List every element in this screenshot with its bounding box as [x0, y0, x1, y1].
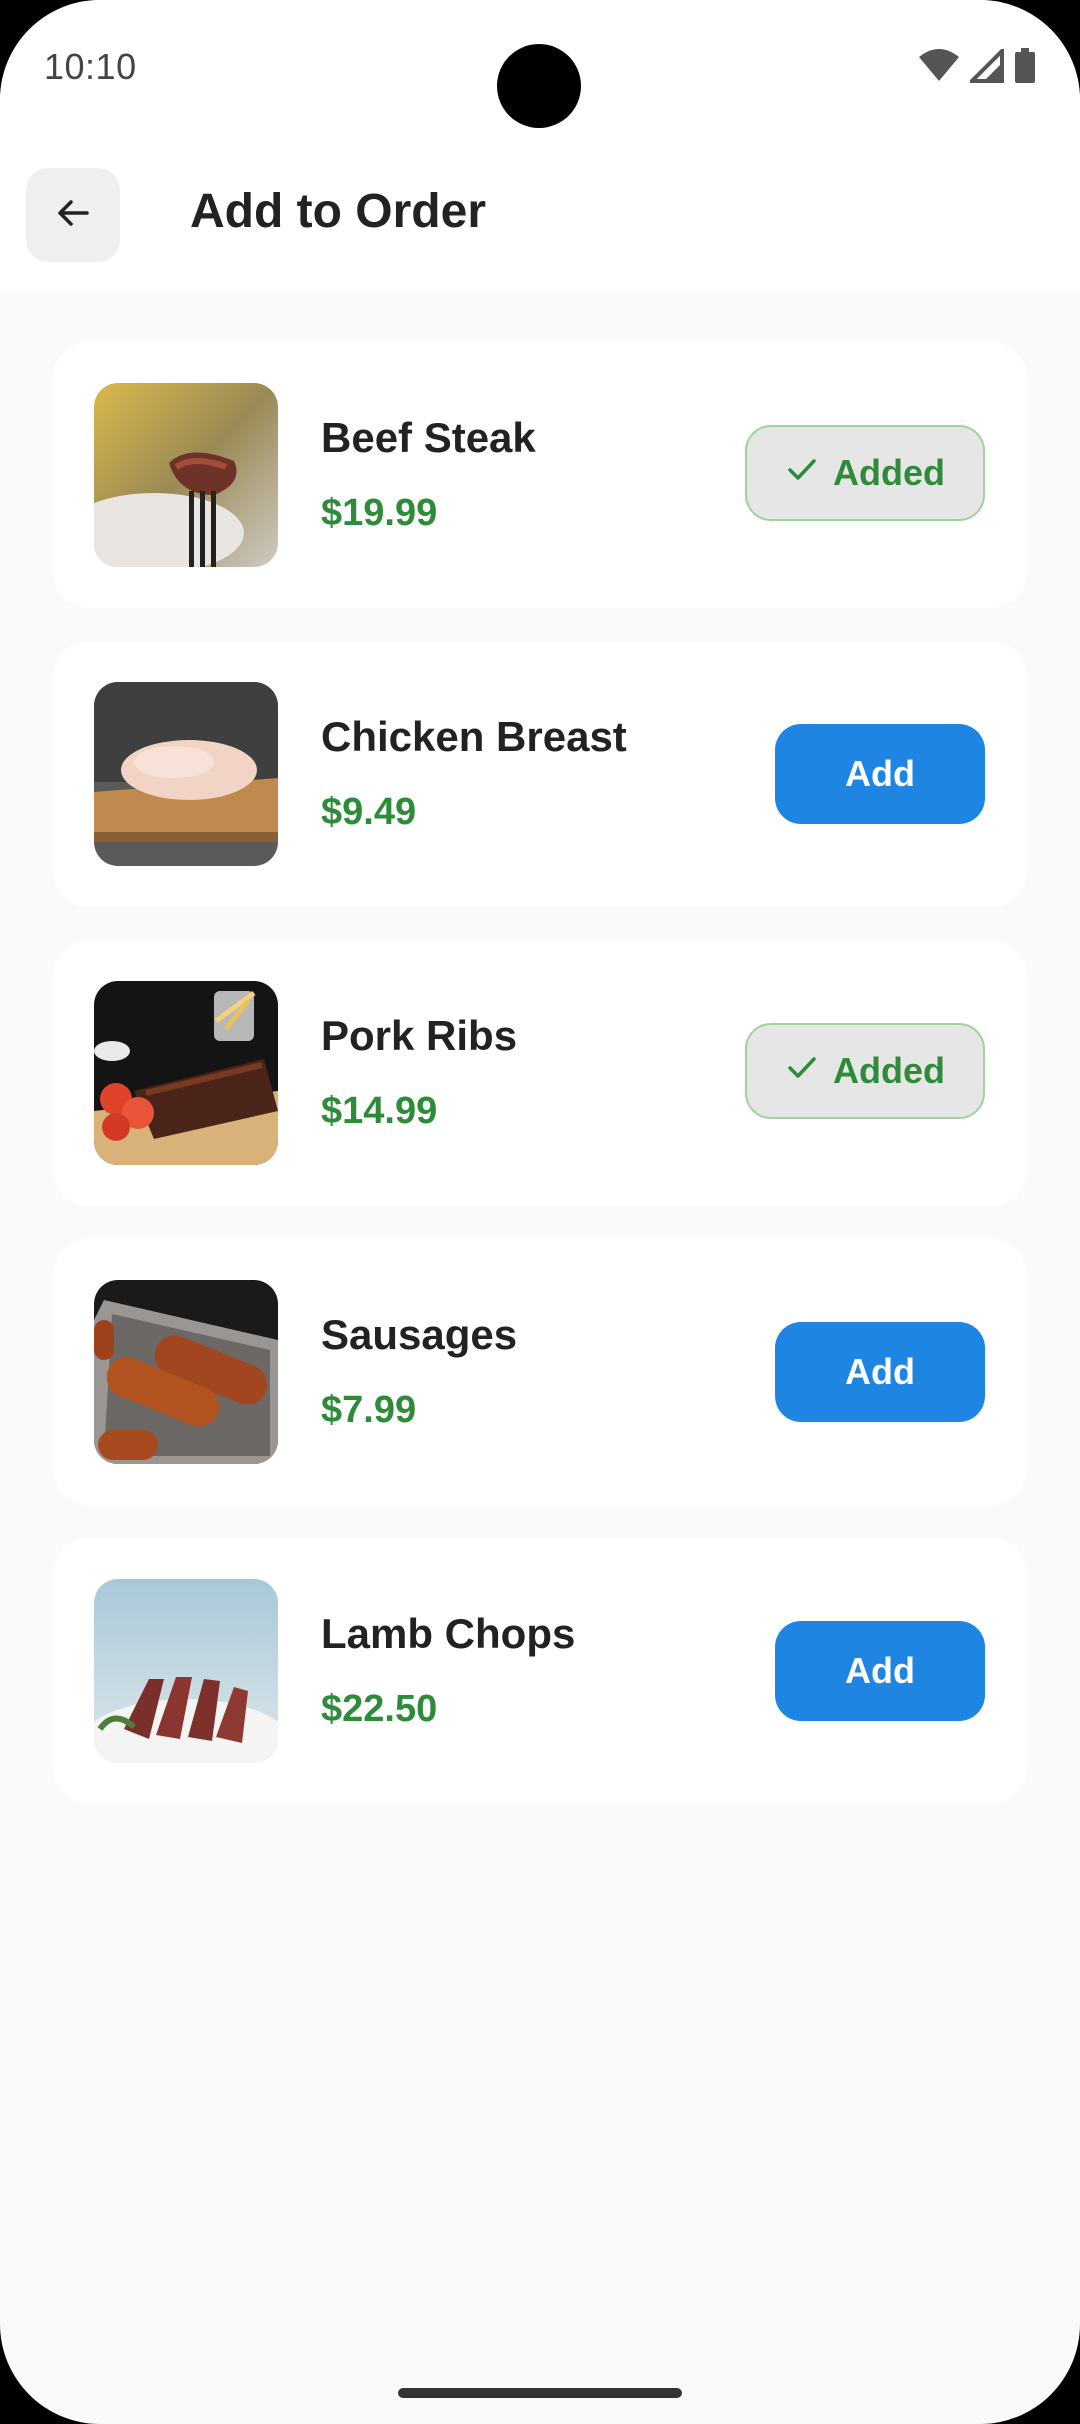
arrow-left-icon	[53, 193, 93, 238]
item-name: Beef Steak	[321, 414, 536, 461]
status-bar: 10:10	[0, 0, 1080, 150]
status-time: 10:10	[44, 46, 137, 87]
add-button[interactable]: Add	[775, 1621, 985, 1721]
item-name: Lamb Chops	[321, 1610, 576, 1657]
wifi-icon	[918, 49, 960, 88]
item-price: $9.49	[321, 791, 417, 833]
app-bar: Add to Order	[0, 150, 1080, 290]
battery-icon	[1014, 48, 1036, 89]
item-image-sausages	[94, 1280, 278, 1464]
item-image-chicken-breast	[94, 682, 278, 866]
item-price: $14.99	[321, 1090, 438, 1132]
signal-icon	[967, 46, 1004, 88]
home-indicator[interactable]	[398, 2388, 682, 2398]
list-item: Sausages $7.99 Add	[53, 1239, 1027, 1505]
added-button[interactable]: Added	[745, 425, 985, 521]
item-price: $22.50	[321, 1688, 438, 1730]
check-icon	[785, 452, 819, 495]
camera-cutout	[497, 44, 581, 128]
add-button[interactable]: Add	[775, 724, 985, 824]
status-icons	[918, 46, 1036, 89]
screen: 10:10 Add to Order Beef Steak $19.99 Add…	[0, 0, 1080, 2424]
page-title: Add to Order	[190, 185, 486, 238]
item-price: $7.99	[321, 1389, 417, 1431]
list-item: Chicken Breast $9.49 Add	[53, 641, 1027, 907]
item-name: Chicken Breast	[321, 713, 627, 760]
list-item: Lamb Chops $22.50 Add	[53, 1538, 1027, 1804]
added-button-label: Added	[833, 452, 945, 493]
added-button-label: Added	[833, 1050, 945, 1091]
item-price: $19.99	[321, 492, 438, 534]
added-button[interactable]: Added	[745, 1023, 985, 1119]
check-icon	[785, 1050, 819, 1093]
add-button[interactable]: Add	[775, 1322, 985, 1422]
item-image-beef-steak	[94, 383, 278, 567]
list-item: Pork Ribs $14.99 Added	[53, 940, 1027, 1206]
item-image-pork-ribs	[94, 981, 278, 1165]
list-item: Beef Steak $19.99 Added	[53, 342, 1027, 608]
item-name: Pork Ribs	[321, 1012, 518, 1059]
item-list: Beef Steak $19.99 Added Chicken Breast $…	[53, 342, 1027, 1837]
back-button[interactable]	[26, 168, 120, 262]
item-image-lamb-chops	[94, 1579, 278, 1763]
item-name: Sausages	[321, 1311, 518, 1358]
